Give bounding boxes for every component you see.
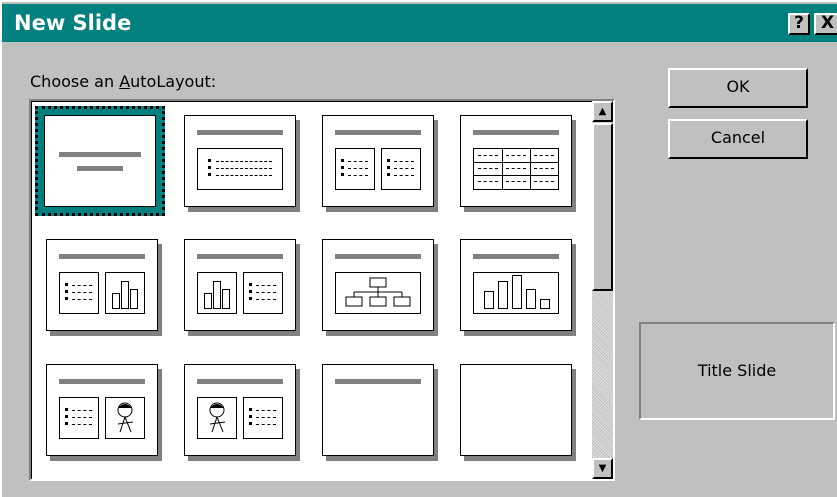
layout-thumbnail xyxy=(460,239,572,331)
chart-placeholder xyxy=(105,272,145,314)
choose-autolayout-label: Choose an AutoLayout: xyxy=(30,72,217,91)
subtitle-placeholder xyxy=(77,166,123,171)
layout-thumbnail xyxy=(460,115,572,207)
ok-button[interactable]: OK xyxy=(668,68,808,108)
layout-thumbnail xyxy=(184,115,296,207)
clip-art-placeholder xyxy=(105,397,145,439)
layout-thumbnail xyxy=(322,115,434,207)
layout-bulleted-list[interactable] xyxy=(184,115,300,212)
table-placeholder xyxy=(473,148,559,190)
text-placeholder xyxy=(197,148,283,190)
clip-art-placeholder xyxy=(197,397,237,439)
layout-text-and-clip-art[interactable] xyxy=(46,364,162,461)
help-button[interactable]: ? xyxy=(788,13,810,35)
layout-clip-art-and-text[interactable] xyxy=(184,364,300,461)
title-bar[interactable]: New Slide ? X xyxy=(2,4,837,42)
layout-thumbnail xyxy=(184,364,296,456)
layout-title-slide[interactable] xyxy=(35,106,165,216)
autolayout-list[interactable] xyxy=(29,99,615,481)
layout-chart-and-text[interactable] xyxy=(184,239,300,336)
layout-thumbnail xyxy=(44,115,156,207)
close-button[interactable]: X xyxy=(814,13,837,35)
new-slide-dialog: New Slide ? X Choose an AutoLayout: ▲ ▼ … xyxy=(0,0,837,497)
autolayout-list-inner xyxy=(31,101,613,479)
scroll-down-button[interactable]: ▼ xyxy=(592,458,613,479)
layout-chart[interactable] xyxy=(460,239,576,336)
layout-thumbnail xyxy=(322,239,434,331)
layout-thumbnail xyxy=(460,364,572,456)
scroll-thumb[interactable] xyxy=(592,123,613,291)
scroll-up-button[interactable]: ▲ xyxy=(592,101,613,122)
layout-blank[interactable] xyxy=(460,364,576,461)
layout-thumbnail xyxy=(322,364,434,456)
dialog-title: New Slide xyxy=(14,11,132,35)
layout-organization-chart[interactable] xyxy=(322,239,438,336)
layout-title-only[interactable] xyxy=(322,364,438,461)
org-chart-placeholder xyxy=(335,272,421,314)
layout-thumbnail xyxy=(46,239,158,331)
layout-thumbnail xyxy=(184,239,296,331)
layout-table[interactable] xyxy=(460,115,576,212)
vertical-scrollbar[interactable]: ▲ ▼ xyxy=(592,101,613,479)
layout-name-preview: Title Slide xyxy=(639,322,835,420)
layout-text-and-chart[interactable] xyxy=(46,239,162,336)
cancel-button[interactable]: Cancel xyxy=(668,119,808,159)
layout-thumbnail xyxy=(46,364,158,456)
layout-two-column-text[interactable] xyxy=(322,115,438,212)
title-placeholder xyxy=(59,152,141,157)
